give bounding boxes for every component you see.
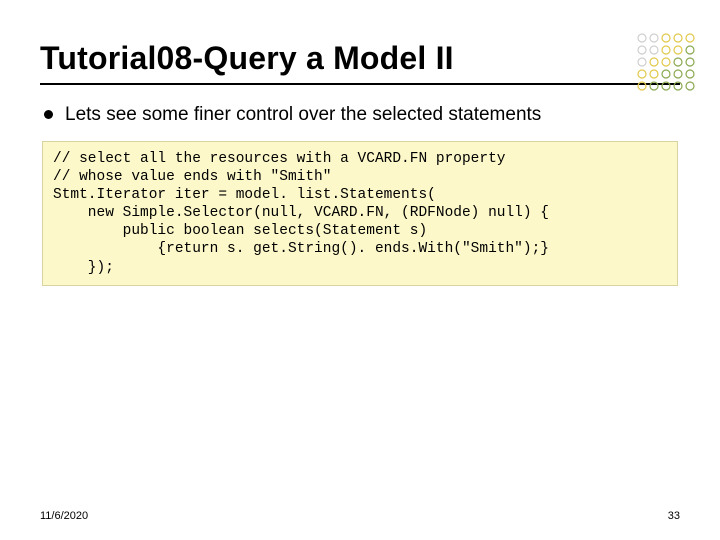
bullet-icon bbox=[44, 110, 53, 119]
decorative-dots-icon bbox=[632, 28, 702, 98]
footer: 11/6/2020 33 bbox=[40, 510, 680, 522]
code-line: new Simple.Selector(null, VCARD.FN, (RDF… bbox=[53, 205, 549, 221]
code-line: // whose value ends with "Smith" bbox=[53, 169, 331, 185]
code-block: // select all the resources with a VCARD… bbox=[42, 141, 678, 286]
slide-title: Tutorial08-Query a Model II bbox=[40, 40, 454, 77]
footer-date: 11/6/2020 bbox=[40, 510, 88, 522]
code-line: // select all the resources with a VCARD… bbox=[53, 151, 505, 167]
bullet-item: Lets see some finer control over the sel… bbox=[40, 103, 680, 141]
code-line: Stmt.Iterator iter = model. list.Stateme… bbox=[53, 187, 436, 203]
title-row: Tutorial08-Query a Model II bbox=[40, 40, 680, 85]
footer-page-number: 33 bbox=[668, 510, 680, 522]
code-line: }); bbox=[53, 260, 114, 276]
slide: Tutorial08-Query a Model II Lets see som… bbox=[0, 0, 720, 540]
bullet-text: Lets see some finer control over the sel… bbox=[65, 103, 541, 127]
code-line: public boolean selects(Statement s) bbox=[53, 223, 427, 239]
code-line: {return s. get.String(). ends.With("Smit… bbox=[53, 241, 549, 257]
